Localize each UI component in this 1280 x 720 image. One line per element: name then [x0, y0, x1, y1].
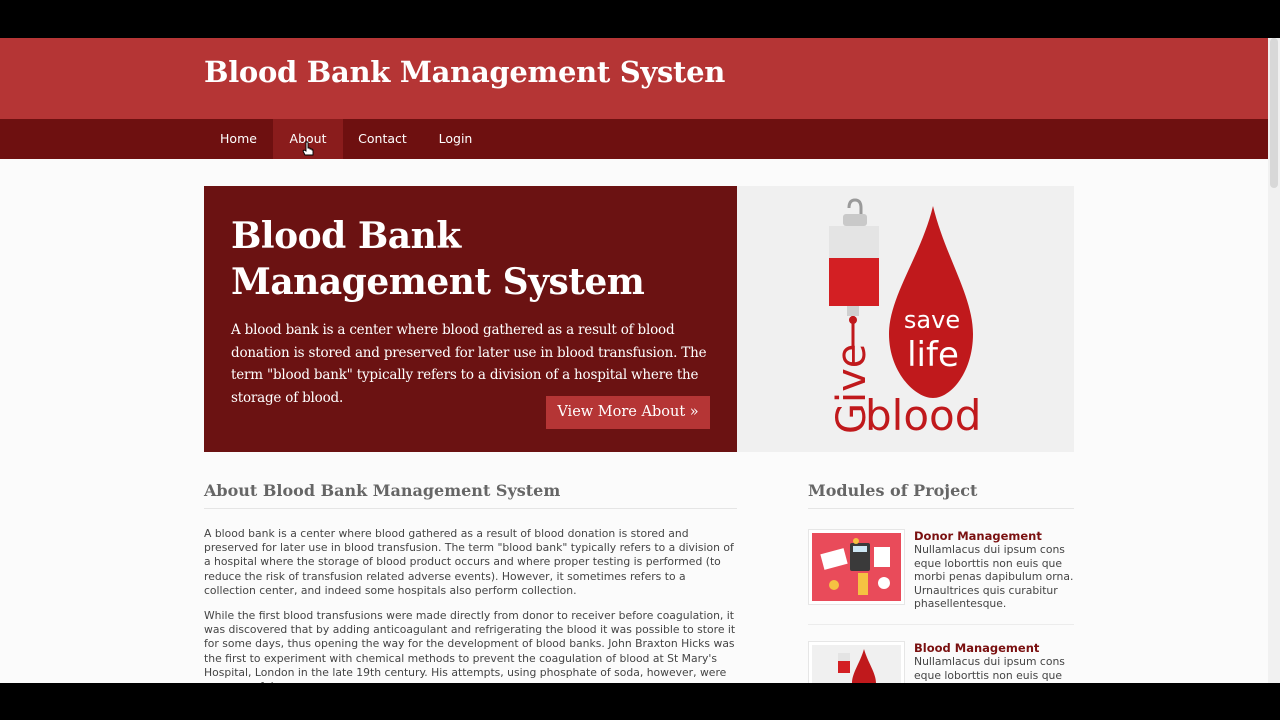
page-scrollbar[interactable]: [1268, 38, 1280, 683]
site-title: Blood Bank Management Systen: [204, 55, 726, 89]
hero-title: Blood Bank Management System: [231, 215, 645, 303]
nav-home[interactable]: Home: [204, 119, 273, 159]
give-blood-save-life-logo-icon: Give save life blood: [829, 198, 981, 440]
main-nav: Home About Contact Login: [0, 119, 1268, 159]
browser-viewport: Blood Bank Management Systen Home About …: [0, 38, 1280, 683]
blood-logo-thumbnail-icon: [808, 641, 905, 683]
nav-login[interactable]: Login: [422, 119, 489, 159]
about-paragraph-1: A blood bank is a center where blood gat…: [204, 527, 734, 597]
save-text: save: [904, 306, 960, 334]
module-blood-management: Blood Management Nullamlacus dui ipsum c…: [808, 641, 1074, 683]
module-title[interactable]: Donor Management: [914, 529, 1042, 543]
module-desc: Nullamlacus dui ipsum cons eque lobortti…: [914, 543, 1074, 610]
life-text: life: [907, 335, 959, 375]
nav-contact[interactable]: Contact: [343, 119, 422, 159]
module-desc: Nullamlacus dui ipsum cons eque lobortti…: [914, 655, 1073, 683]
donor-illustration-icon: [808, 529, 905, 605]
hero-panel: Blood Bank Management System A blood ban…: [204, 186, 737, 452]
about-section: About Blood Bank Management System A blo…: [204, 481, 737, 683]
give-blood-image: Give save life blood: [737, 186, 1074, 452]
modules-heading: Modules of Project: [808, 481, 1074, 509]
about-heading: About Blood Bank Management System: [204, 481, 737, 509]
about-paragraph-2: While the first blood transfusions were …: [204, 609, 736, 683]
scrollbar-thumb[interactable]: [1270, 38, 1278, 188]
module-title[interactable]: Blood Management: [914, 641, 1039, 655]
modules-section: Modules of Project Donor Management Null…: [808, 481, 1074, 683]
view-more-about-button[interactable]: View More About »: [546, 396, 710, 429]
blood-text: blood: [865, 391, 981, 440]
hand-cursor-icon: [302, 141, 314, 156]
site-header: Blood Bank Management Systen: [0, 38, 1268, 119]
module-donor-management: Donor Management Nullamlacus dui ipsum c…: [808, 529, 1074, 625]
